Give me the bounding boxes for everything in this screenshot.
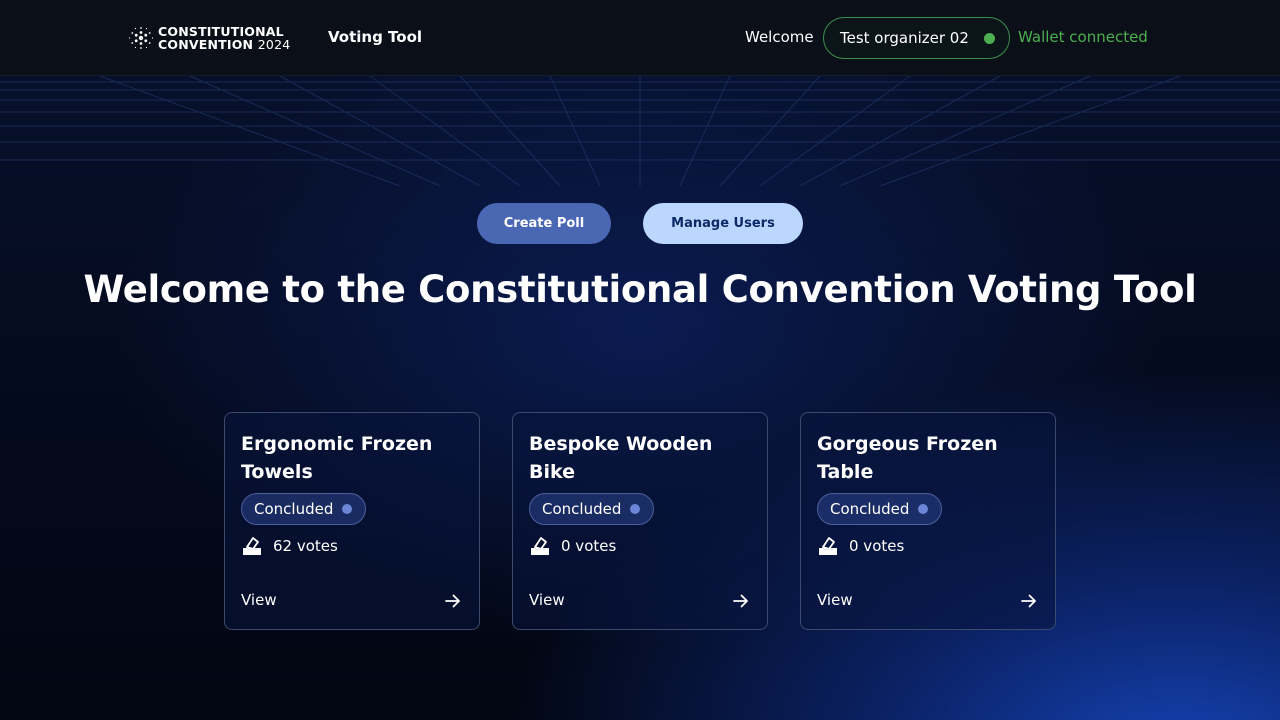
status-badge: Concluded (529, 493, 655, 525)
poll-title: Ergonomic Frozen Towels (241, 433, 433, 483)
cardano-dots-icon (128, 27, 154, 49)
poll-title: Bespoke Wooden Bike (529, 433, 713, 483)
view-link[interactable]: View (817, 591, 853, 609)
poll-card[interactable]: Ergonomic Frozen Towels Concluded 62 vot… (224, 412, 480, 630)
create-poll-button[interactable]: Create Poll (477, 203, 611, 244)
logo-wordmark: CONSTITUTIONAL CONVENTION 2024 (158, 25, 290, 51)
vote-count-label: 0 votes (849, 537, 905, 555)
logo[interactable]: CONSTITUTIONAL CONVENTION 2024 (128, 24, 290, 52)
vote-count: 0 votes (817, 535, 904, 557)
vote-count-label: 62 votes (273, 537, 338, 555)
vote-count-label: 0 votes (561, 537, 617, 555)
status-badge: Concluded (241, 493, 367, 525)
status-dot (342, 504, 353, 514)
status-label: Concluded (254, 500, 334, 518)
wallet-status: Wallet connected (1018, 28, 1148, 46)
manage-users-button[interactable]: Manage Users (643, 203, 803, 244)
ballot-box-icon (531, 537, 549, 555)
welcome-label: Welcome (745, 28, 814, 46)
vote-count: 62 votes (241, 535, 338, 557)
poll-title: Gorgeous Frozen Table (817, 433, 998, 483)
status-dot (918, 504, 929, 514)
app-title-link[interactable]: Voting Tool (328, 28, 422, 46)
user-account-button[interactable]: Test organizer 02 (823, 17, 1010, 59)
ballot-box-icon (819, 537, 837, 555)
logo-year: 2024 (257, 37, 291, 52)
poll-card[interactable]: Gorgeous Frozen Table Concluded 0 votes … (800, 412, 1056, 630)
logo-line-2: CONVENTION (158, 37, 254, 52)
page-title: Welcome to the Constitutional Convention… (83, 268, 1197, 311)
connected-status-dot (984, 33, 995, 44)
status-label: Concluded (542, 500, 622, 518)
arrow-right-icon[interactable] (1021, 593, 1037, 609)
ballot-box-icon (243, 537, 261, 555)
vote-count: 0 votes (529, 535, 616, 557)
poll-card[interactable]: Bespoke Wooden Bike Concluded 0 votes Vi… (512, 412, 768, 630)
status-badge: Concluded (817, 493, 943, 525)
user-name: Test organizer 02 (840, 29, 969, 47)
status-label: Concluded (830, 500, 910, 518)
arrow-right-icon[interactable] (733, 593, 749, 609)
status-dot (630, 504, 641, 514)
top-navbar: CONSTITUTIONAL CONVENTION 2024 Voting To… (0, 0, 1280, 76)
grid-decoration (0, 76, 1280, 186)
arrow-right-icon[interactable] (445, 593, 461, 609)
view-link[interactable]: View (529, 591, 565, 609)
view-link[interactable]: View (241, 591, 277, 609)
